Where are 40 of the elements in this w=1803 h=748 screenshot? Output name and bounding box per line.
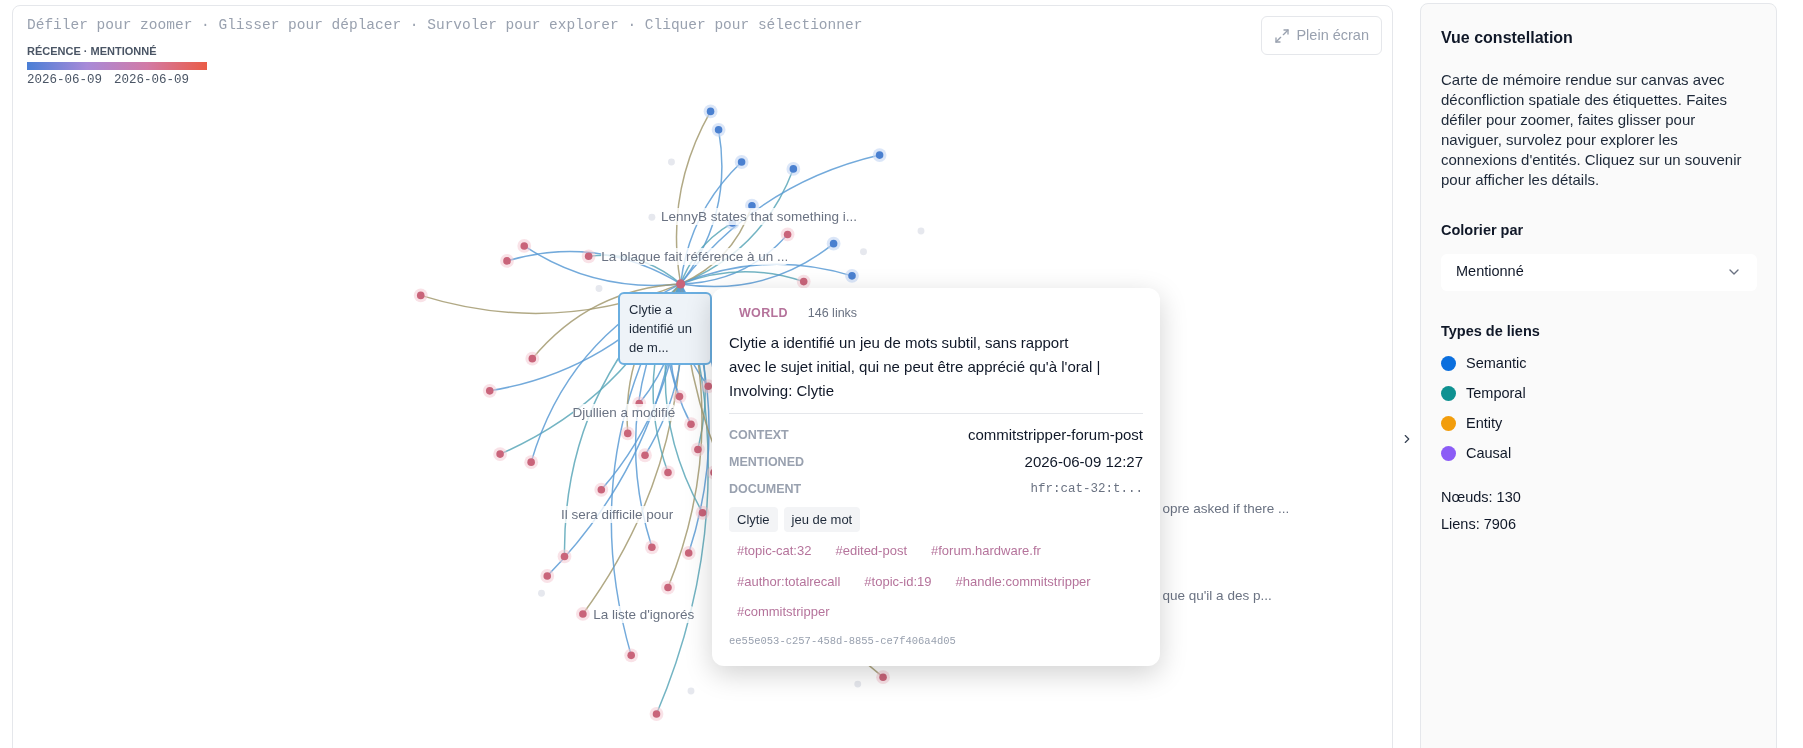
color-by-label: Colorier par	[1441, 221, 1525, 240]
sidebar-description: Carte de mémoire rendue sur canvas avec déconfliction spatiale des étiquettes. Faites défiler pour zoomer, faites glisser pour naviguer, survolez pour explorer les connexions d'entités. Cliquez sur un souvenir pour afficher les détails.	[1441, 70, 1743, 190]
tag: #commitstripper	[729, 600, 838, 624]
link-type-label: Causal	[1466, 443, 1512, 463]
node-label: Djullien a modifié	[572, 403, 676, 421]
color-by-select[interactable]: Mentionné	[1441, 253, 1757, 291]
scale-end-date: 2026-06-09	[114, 72, 190, 90]
tag: #author:totalrecall	[729, 569, 849, 594]
field-label: CONTEXT	[729, 426, 789, 444]
graph-stat: Nœuds: 130	[1441, 487, 1522, 507]
entity-chip: jeu de mot	[783, 506, 861, 533]
link-count: 146 links	[807, 305, 858, 322]
tag: #edited-post	[827, 539, 915, 563]
link-type-label: Entity	[1466, 413, 1503, 433]
field-value: commitstripper-forum-post	[967, 425, 1143, 445]
field-label: MENTIONED	[729, 453, 804, 471]
field-value: 2026-06-09 12:27	[1024, 452, 1143, 472]
usage-hint: Défiler pour zoomer · Glisser pour déplacer · Survoler pour explorer · Cliquer pour sélectionner	[27, 16, 863, 35]
node-label: La blague fait référence à un ...	[601, 248, 789, 266]
memory-id: ee55e053-c257-458d-8855-ce7f406a4d05	[729, 633, 957, 649]
entity-chip: Clytie	[729, 506, 778, 533]
tag: #handle:commitstripper	[947, 569, 1099, 594]
node-label: Il sera difficile pour	[561, 506, 674, 524]
sidebar-title: Vue constellation	[1441, 28, 1574, 48]
scale-start-date: 2026-06-09	[27, 72, 102, 90]
link-type-label: Semantic	[1466, 353, 1527, 373]
field-value: hfr:cat-32:t...	[1030, 480, 1143, 498]
link-type-label: Temporal	[1466, 383, 1526, 403]
tag: #forum.hardware.fr	[923, 539, 1049, 563]
memory-text: Clytie a identifié un jeu de mots subtil, sans rapport avec le sujet initial, qui ne peut être apprécié qu'à l'oral | Involving: Clytie	[729, 332, 1101, 401]
node-label: La liste d'ignorés	[593, 606, 695, 624]
memory-kind: WORLD	[739, 305, 788, 322]
color-scale-title: RÉCENCE · MENTIONNÉ	[27, 43, 158, 59]
tag: #topic-cat:32	[729, 539, 820, 563]
node-label: LennyB states that something i...	[661, 208, 857, 226]
tag: #topic-id:19	[856, 569, 940, 594]
hovered-node-label: Clytie a identifié un de m...	[618, 292, 712, 365]
graph-stat: Liens: 7906	[1441, 515, 1517, 535]
link-types-title: Types de liens	[1441, 321, 1541, 341]
field-label: DOCUMENT	[729, 480, 802, 498]
